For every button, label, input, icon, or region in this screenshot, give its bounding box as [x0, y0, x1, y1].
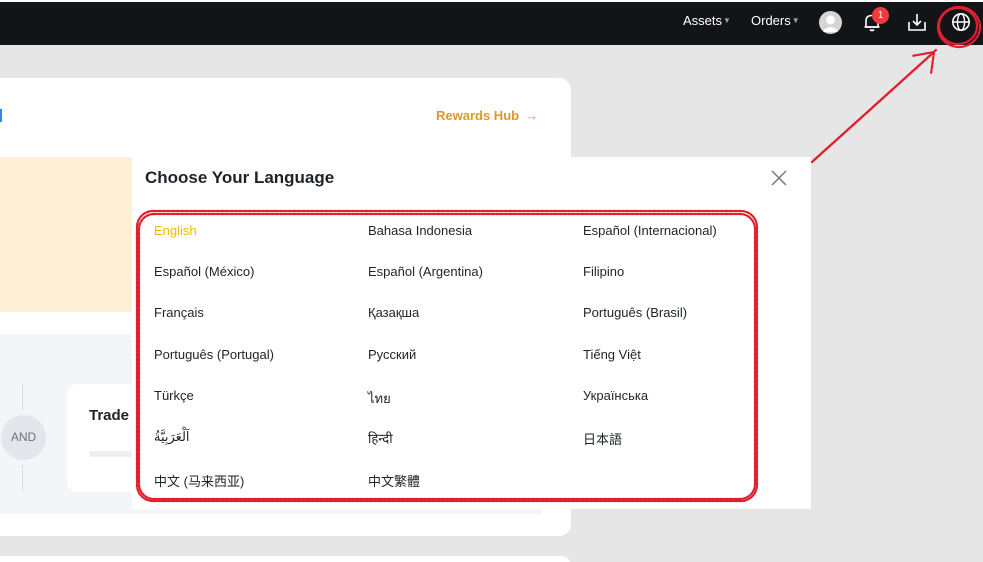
- language-option-th[interactable]: ไทย: [368, 388, 391, 409]
- and-badge: AND: [1, 415, 46, 460]
- rewards-hub-link[interactable]: Rewards Hub →: [436, 108, 538, 123]
- language-option-zh-tw[interactable]: 中文繁體: [368, 471, 420, 490]
- arrowhead-line: [910, 50, 936, 58]
- language-option-zh-my[interactable]: 中文 (马来西亚): [154, 471, 244, 490]
- orders-menu[interactable]: Orders▼: [751, 13, 800, 28]
- trade-task-title: Trade: [89, 407, 130, 424]
- progress-track: [89, 451, 134, 457]
- arrowhead-line: [929, 50, 936, 76]
- annotation-arrow: [810, 50, 936, 164]
- language-option-es-mx[interactable]: Español (México): [154, 264, 254, 279]
- close-icon[interactable]: [770, 169, 788, 187]
- language-option-es-ar[interactable]: Español (Argentina): [368, 264, 483, 279]
- language-option-kk[interactable]: Қазақша: [368, 305, 419, 320]
- language-option-pt-pt[interactable]: Português (Portugal): [154, 347, 274, 362]
- tab-indicator: [0, 109, 2, 122]
- promo-banner: [0, 157, 132, 312]
- connector-line: [22, 465, 23, 491]
- language-option-ja[interactable]: 日本語: [583, 429, 622, 448]
- language-option-id[interactable]: Bahasa Indonesia: [368, 223, 472, 238]
- modal-title: Choose Your Language: [145, 168, 335, 187]
- language-option-es-int[interactable]: Español (Internacional): [583, 223, 717, 238]
- language-option-uk[interactable]: Українська: [583, 388, 648, 403]
- assets-label: Assets: [683, 13, 723, 28]
- connector-line: [22, 384, 23, 410]
- globe-icon[interactable]: [950, 11, 972, 33]
- language-option-tr[interactable]: Türkçe: [154, 388, 194, 403]
- notification-badge: 1: [872, 7, 889, 24]
- language-option-english[interactable]: English: [154, 223, 197, 238]
- assets-menu[interactable]: Assets▼: [683, 13, 731, 28]
- language-option-vi[interactable]: Tiếng Việt: [583, 347, 641, 362]
- download-icon[interactable]: [906, 11, 928, 33]
- language-option-ru[interactable]: Русский: [368, 347, 416, 362]
- language-option-hi[interactable]: हिन्दी: [368, 429, 393, 447]
- rewards-hub-label: Rewards Hub: [436, 108, 520, 123]
- user-icon: [822, 15, 839, 32]
- orders-label: Orders: [751, 13, 791, 28]
- language-modal: [132, 157, 811, 509]
- language-option-pt-br[interactable]: Português (Brasil): [583, 305, 687, 320]
- caret-down-icon: ▼: [723, 16, 731, 25]
- language-option-ar[interactable]: اَلْعَرَبِيَّةُ: [154, 429, 190, 445]
- language-option-fil[interactable]: Filipino: [583, 264, 624, 279]
- next-card: [0, 556, 571, 562]
- arrow-right-icon: →: [525, 108, 539, 123]
- caret-down-icon: ▼: [791, 16, 800, 25]
- annotation-arrow: [812, 48, 938, 162]
- avatar[interactable]: [819, 11, 842, 34]
- language-option-fr[interactable]: Français: [154, 305, 204, 320]
